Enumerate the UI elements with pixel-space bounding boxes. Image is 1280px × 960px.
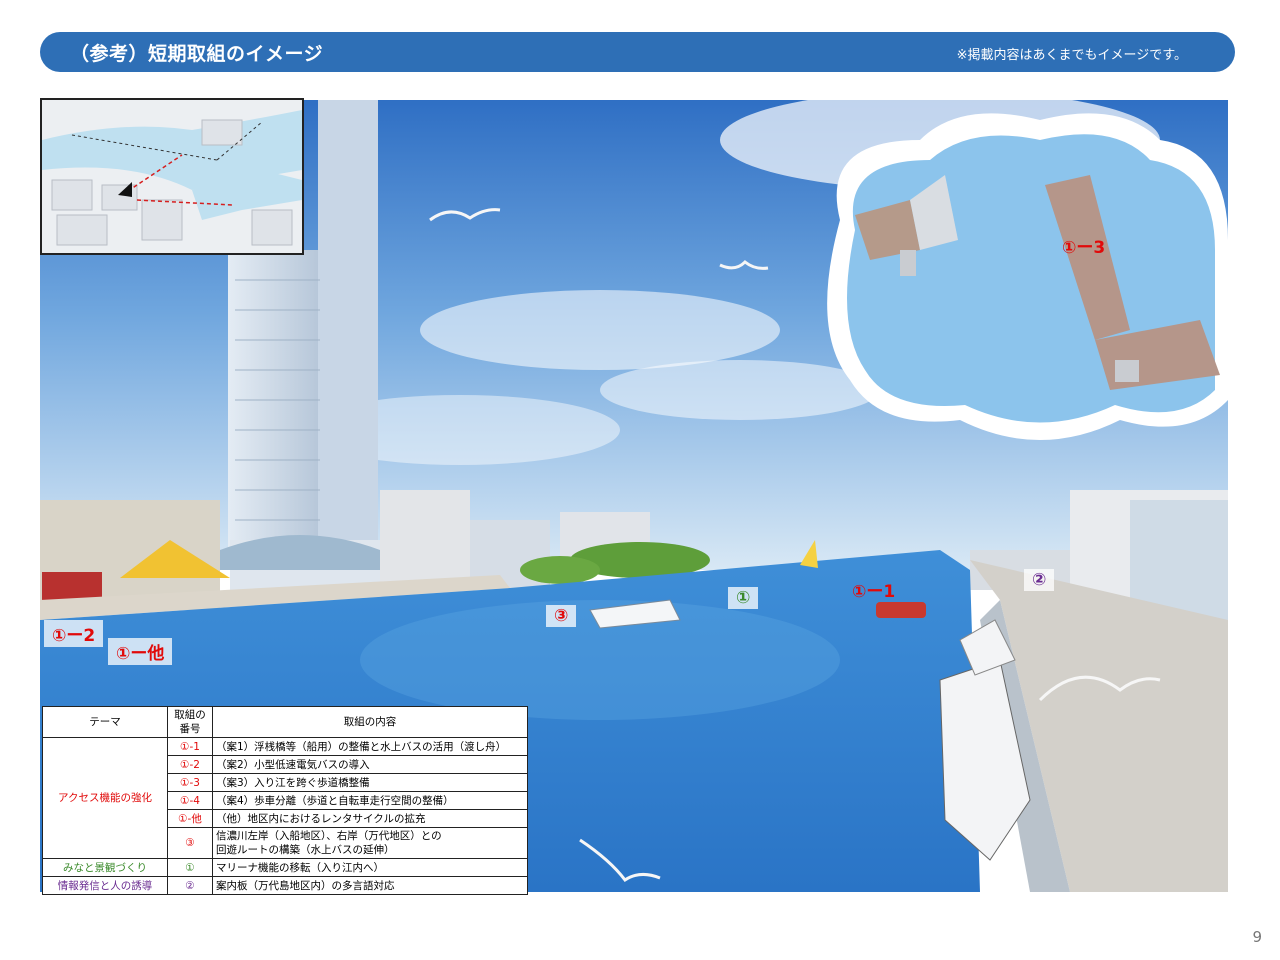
table-row: みなと景観づくり ① マリーナ機能の移転（入り江内へ） bbox=[42, 858, 528, 877]
row-number: ③ bbox=[167, 827, 213, 859]
row-number: ①-1 bbox=[167, 737, 213, 756]
row-content: （案3）入り江を跨ぐ歩道橋整備 bbox=[212, 773, 528, 792]
marker-2: ② bbox=[1024, 569, 1055, 591]
initiatives-table: テーマ 取組の番号 取組の内容 アクセス機能の強化 ①-1 （案1）浮桟橋等（船… bbox=[42, 706, 528, 895]
header-content: 取組の内容 bbox=[212, 706, 528, 738]
table-row: 情報発信と人の誘導 ② 案内板（万代島地区内）の多言語対応 bbox=[42, 876, 528, 895]
header-theme: テーマ bbox=[42, 706, 168, 738]
header-number: 取組の番号 bbox=[167, 706, 213, 738]
marker-1: ① bbox=[728, 587, 759, 609]
row-number: ①-3 bbox=[167, 773, 213, 792]
header-bar: （参考）短期取組のイメージ ※掲載内容はあくまでもイメージです。 bbox=[40, 32, 1235, 72]
marker-1-1: ①ー1 bbox=[852, 582, 896, 602]
row-content: （案2）小型低速電気バスの導入 bbox=[212, 755, 528, 774]
row-content: マリーナ機能の移転（入り江内へ） bbox=[212, 858, 528, 877]
marker-1-2: ①ー2 bbox=[44, 620, 104, 647]
table-header-row: テーマ 取組の番号 取組の内容 bbox=[42, 706, 528, 738]
row-content: （案1）浮桟橋等（船用）の整備と水上バスの活用（渡し舟） bbox=[212, 737, 528, 756]
row-number: ①-4 bbox=[167, 791, 213, 810]
page-title: （参考）短期取組のイメージ bbox=[70, 43, 324, 65]
row-content: 案内板（万代島地区内）の多言語対応 bbox=[212, 876, 528, 895]
theme-info: 情報発信と人の誘導 bbox=[42, 876, 168, 895]
marker-1-other: ①ー他 bbox=[108, 638, 173, 665]
row-number: ①-他 bbox=[167, 809, 213, 828]
marker-1-3: ①ー3 bbox=[1062, 238, 1106, 258]
marker-3: ③ bbox=[546, 605, 577, 627]
disclaimer-note: ※掲載内容はあくまでもイメージです。 bbox=[956, 48, 1187, 63]
row-number: ①-2 bbox=[167, 755, 213, 774]
page-number: 9 bbox=[1252, 928, 1262, 946]
row-content: 信濃川左岸（入船地区）、右岸（万代地区）との 回遊ルートの構築（水上バスの延伸） bbox=[212, 827, 528, 859]
row-number: ① bbox=[167, 858, 213, 877]
theme-access: アクセス機能の強化 bbox=[42, 737, 168, 859]
inset-location-map bbox=[40, 98, 304, 255]
theme-landscape: みなと景観づくり bbox=[42, 858, 168, 877]
row-content: （案4）歩車分離（歩道と自転車走行空間の整備） bbox=[212, 791, 528, 810]
row-number: ② bbox=[167, 876, 213, 895]
row-content-line-1: 信濃川左岸（入船地区）、右岸（万代地区）との bbox=[216, 830, 442, 842]
row-content: （他）地区内におけるレンタサイクルの拡充 bbox=[212, 809, 528, 828]
table-row: アクセス機能の強化 ①-1 （案1）浮桟橋等（船用）の整備と水上バスの活用（渡し… bbox=[42, 737, 528, 859]
row-content-line-2: 回遊ルートの構築（水上バスの延伸） bbox=[216, 844, 395, 856]
